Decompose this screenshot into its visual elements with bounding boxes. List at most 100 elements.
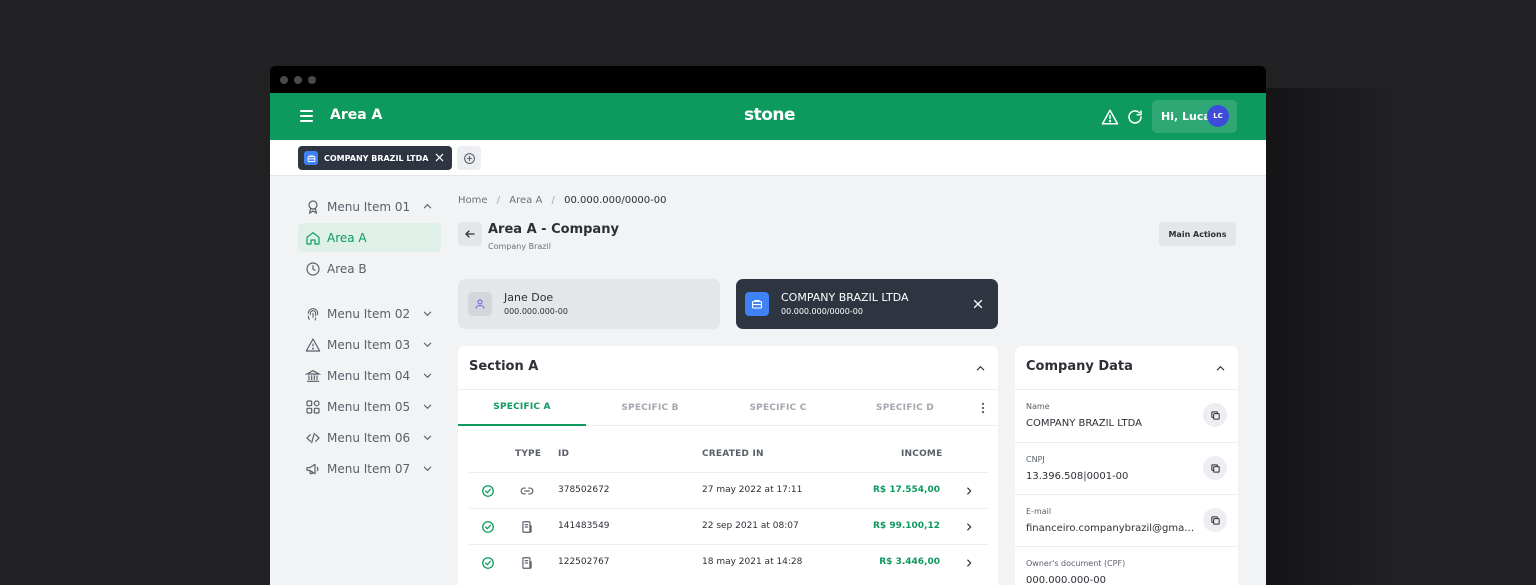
field-value: financeiro.companybrazil@gmail... (1026, 523, 1196, 534)
workspace-tabs-bar: COMPANY BRAZIL LTDA (270, 140, 1266, 176)
field-label: CNPJ (1026, 455, 1045, 464)
sidebar-item-label: Menu Item 02 (327, 306, 411, 321)
code-icon (306, 432, 320, 443)
section-a-card: Section A SPECIFIC A SPECIFIC B SPECIFIC… (458, 346, 998, 585)
field-value: 000.000.000-00 (1026, 575, 1106, 585)
table-row[interactable]: 378502672 27 may 2022 at 17:11 R$ 17.554… (469, 472, 988, 508)
sidebar-item-label: Area B (327, 261, 367, 276)
person-card[interactable]: Jane Doe 000.000.000-00 (458, 279, 720, 329)
user-icon (468, 292, 492, 316)
section-header: Section A (458, 346, 998, 390)
user-menu-button[interactable]: Hi, Lucas LC (1152, 100, 1237, 133)
company-data-header: Company Data (1015, 346, 1238, 390)
field-value: COMPANY BRAZIL LTDA (1026, 418, 1142, 429)
table-row[interactable]: 141483549 22 sep 2021 at 08:07 R$ 99.100… (469, 508, 988, 544)
sidebar-item-label: Menu Item 04 (327, 368, 411, 383)
chevron-up-icon[interactable] (1215, 363, 1226, 374)
close-icon[interactable] (434, 152, 445, 163)
sidebar-item-label: Menu Item 05 (327, 399, 411, 414)
check-circle-icon (482, 557, 494, 569)
chevron-down-icon (423, 466, 432, 472)
tab-specific-b[interactable]: SPECIFIC B (586, 390, 714, 426)
table-row[interactable]: 122502767 18 may 2021 at 14:28 R$ 3.446,… (469, 544, 988, 580)
megaphone-icon (306, 463, 319, 474)
row-income: R$ 99.100,12 (873, 521, 940, 531)
field-label: E-mail (1026, 507, 1052, 516)
copy-button[interactable] (1203, 456, 1227, 480)
check-circle-icon (482, 521, 494, 533)
company-data-card: Company Data Name COMPANY BRAZIL LTDA CN… (1015, 346, 1238, 585)
row-income: R$ 3.446,00 (879, 557, 940, 567)
sidebar-item-area-a[interactable]: Area A (298, 223, 441, 252)
field-owner-document: Owner's document (CPF) 000.000.000-00 (1015, 546, 1238, 585)
home-icon (306, 231, 320, 245)
chevron-down-icon (423, 435, 432, 441)
arrow-left-icon (465, 230, 475, 238)
alert-triangle-icon (305, 337, 321, 352)
window-shadow (1266, 88, 1396, 585)
sidebar-item-label: Menu Item 06 (327, 430, 411, 445)
copy-button[interactable] (1203, 403, 1227, 427)
field-cnpj: CNPJ 13.396.508|0001-00 (1015, 442, 1238, 494)
page-title: Area A - Company (488, 222, 619, 237)
app-window: Area A stone Hi, Lucas LC COMPANY BRAZIL… (270, 66, 1266, 585)
row-income: R$ 17.554,00 (873, 485, 940, 495)
bank-icon (305, 369, 321, 382)
sidebar-item-label: Menu Item 03 (327, 337, 411, 352)
page-subtitle: Company Brazil (488, 242, 551, 251)
sidebar-item-menu-06[interactable]: Menu Item 06 (298, 423, 441, 452)
main-actions-button[interactable]: Main Actions (1159, 222, 1236, 246)
plus-circle-icon (463, 152, 475, 164)
brand-logo: stone (744, 105, 796, 125)
copy-icon (1210, 463, 1220, 473)
hamburger-menu-icon[interactable] (298, 107, 316, 125)
breadcrumb-separator: / (551, 195, 555, 206)
sidebar-item-menu-04[interactable]: Menu Item 04 (298, 361, 441, 390)
column-header-id: ID (558, 449, 570, 459)
chevron-down-icon (423, 373, 432, 379)
sidebar-item-label: Menu Item 07 (327, 461, 411, 476)
tab-specific-d[interactable]: SPECIFIC D (841, 390, 969, 426)
copy-button[interactable] (1203, 508, 1227, 532)
field-name: Name COMPANY BRAZIL LTDA (1015, 390, 1238, 442)
breadcrumb-home[interactable]: Home (458, 195, 488, 206)
more-vertical-icon[interactable] (976, 401, 990, 415)
window-dot-minimize[interactable] (294, 75, 302, 84)
refresh-icon[interactable] (1126, 108, 1144, 126)
close-icon[interactable] (972, 298, 984, 310)
chevron-up-icon (423, 203, 432, 209)
receipt-icon (522, 557, 532, 569)
briefcase-icon (745, 292, 769, 316)
sidebar-item-label: Area A (327, 230, 367, 245)
breadcrumb-current: 00.000.000/0000-00 (564, 195, 667, 206)
chevron-up-icon[interactable] (975, 363, 986, 374)
window-dot-maximize[interactable] (308, 75, 316, 84)
company-card[interactable]: COMPANY BRAZIL LTDA 00.000.000/0000-00 (736, 279, 998, 329)
sidebar-item-area-b[interactable]: Area B (298, 254, 441, 283)
back-button[interactable] (458, 222, 482, 246)
add-tab-button[interactable] (457, 146, 481, 170)
sidebar-item-menu-07[interactable]: Menu Item 07 (298, 454, 441, 483)
sidebar-item-menu-01[interactable]: Menu Item 01 (298, 192, 441, 221)
field-label: Owner's document (CPF) (1026, 559, 1126, 568)
breadcrumb: Home / Area A / 00.000.000/0000-00 (458, 195, 667, 206)
chevron-right-icon (967, 487, 972, 495)
section-title: Section A (469, 359, 539, 374)
sidebar-item-menu-03[interactable]: Menu Item 03 (298, 330, 441, 359)
sidebar-item-menu-02[interactable]: Menu Item 02 (298, 299, 441, 328)
check-circle-icon (482, 485, 494, 497)
sidebar-item-menu-05[interactable]: Menu Item 05 (298, 392, 441, 421)
row-created: 18 may 2021 at 14:28 (702, 557, 803, 567)
tab-specific-c[interactable]: SPECIFIC C (714, 390, 842, 426)
breadcrumb-area[interactable]: Area A (509, 195, 542, 206)
window-dot-close[interactable] (280, 75, 288, 84)
row-id: 378502672 (558, 485, 610, 495)
tab-specific-a[interactable]: SPECIFIC A (458, 390, 586, 426)
alert-triangle-icon[interactable] (1101, 108, 1119, 126)
company-tab[interactable]: COMPANY BRAZIL LTDA (298, 146, 452, 170)
column-header-created: CREATED IN (702, 449, 764, 459)
copy-icon (1210, 515, 1220, 525)
grid-icon (306, 399, 320, 414)
column-header-type: TYPE (515, 449, 542, 459)
company-name: COMPANY BRAZIL LTDA (781, 291, 909, 304)
